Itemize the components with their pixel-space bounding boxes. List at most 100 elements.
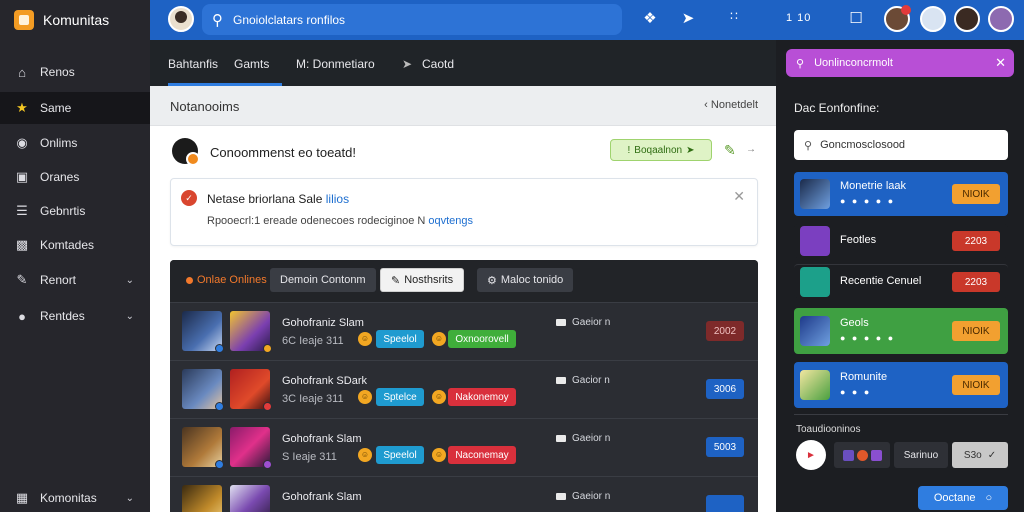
right-search-input[interactable]: ⚲ Uonlinconcrmolt ✕	[786, 49, 1014, 77]
cta-button[interactable]: Ooctane ○	[918, 486, 1008, 510]
sidebar-footer-komonitas[interactable]: ▦ Komonitas ⌄	[0, 482, 150, 512]
count-badge	[706, 495, 744, 512]
bottom-button-label: S3o	[963, 449, 982, 461]
tab-caotd[interactable]: Caotd	[422, 57, 454, 71]
tag-badge[interactable]: Speelol	[376, 446, 424, 464]
game-meta: 3C Ieaje 311	[282, 393, 344, 405]
cta-label: Ooctane	[933, 492, 976, 504]
bottom-button-s3o[interactable]: S3o ✓	[952, 442, 1008, 468]
edit-icon[interactable]: ✎	[724, 142, 736, 159]
join-button[interactable]: NIOIK	[952, 375, 1000, 395]
community-card[interactable]: Geols ● ● ● ● ● NIOIK	[794, 308, 1008, 354]
game-stream-info: Gaeior n	[556, 491, 610, 502]
tab-donmetiaro[interactable]: M: Donmetiaro	[296, 57, 375, 71]
sidebar-footer-label: Komonitas	[40, 491, 97, 505]
post-row: Conoommenst eo toeatd! ! Boqaalnon ➤ ✎ →	[170, 138, 760, 170]
tab-bahtanfis[interactable]: Bahtanfis	[168, 57, 218, 71]
close-icon[interactable]: ✕	[995, 55, 1006, 71]
exclamation-icon: !	[627, 144, 631, 156]
alert-icon: ✓	[181, 190, 197, 206]
post-arrow[interactable]: →	[746, 144, 756, 155]
community-search-field[interactable]: ⚲ Goncmosclosood	[794, 130, 1008, 160]
global-search-input[interactable]: ⚲ Gnoiolclatars ronfilos	[202, 4, 622, 35]
game-name: Gohofrank Slam	[282, 491, 362, 503]
search-icon: ⚲	[796, 57, 805, 70]
status-badge[interactable]: Nakonemoy	[448, 388, 516, 406]
friend-avatar[interactable]	[988, 6, 1014, 32]
community-card[interactable]: Romunite ● ● ● NIOIK	[794, 362, 1008, 408]
alert-body-text: Rpooecrl:1 ereade odenecoes rodeciginoe …	[207, 215, 426, 227]
help-icon[interactable]: ❖	[640, 9, 660, 27]
record-button[interactable]: ►	[796, 440, 826, 470]
tag-badge[interactable]: Speelol	[376, 330, 424, 348]
community-card[interactable]: Feotles 2203	[794, 224, 1008, 258]
sidebar-item-oranes[interactable]: ▣ Oranes	[0, 161, 150, 193]
user-avatar[interactable]	[168, 6, 194, 32]
alert-body-link[interactable]: oqvtengs	[428, 215, 473, 227]
tab-gamts[interactable]: Gamts	[234, 57, 269, 71]
join-button[interactable]: NIOIK	[952, 184, 1000, 204]
bottom-button-sarinuo[interactable]: Sarinuo	[894, 442, 948, 468]
alert-title-link[interactable]: lilios	[326, 192, 349, 206]
community-icon	[800, 179, 830, 209]
tab-maloc-tonido[interactable]: ⚙ Maloc tonido	[477, 268, 574, 292]
emoji-icon: ☺	[432, 332, 446, 346]
game-stream-info: Gaeior n	[556, 433, 610, 444]
table-row[interactable]: Gohofrank Slam S Ieaje 311 ☺ Speelol ☺ N…	[170, 418, 758, 476]
table-row[interactable]: Gohofrank SDark 3C Ieaje 311 ☺ Sptelce ☺…	[170, 360, 758, 418]
tag-badge[interactable]: Sptelce	[376, 388, 424, 406]
sidebar-item-renort[interactable]: ✎ Renort ⌄	[0, 264, 150, 296]
community-icon	[800, 370, 830, 400]
komunitas-logo-icon	[14, 10, 34, 30]
friend-avatar[interactable]	[954, 6, 980, 32]
globe-icon: ◉	[16, 135, 28, 150]
status-badge[interactable]: Naconemay	[448, 446, 516, 464]
lock-icon[interactable]: ☐	[846, 9, 866, 27]
tab-label: Demoin Contonm	[280, 274, 366, 286]
community-card[interactable]: Monetrie laak ● ● ● ● ● NIOIK	[794, 172, 1008, 216]
game-thumbnail	[182, 311, 224, 353]
community-card[interactable]: Recentie Cenuel 2203	[794, 264, 1008, 298]
table-row[interactable]: Gohofrank Slam Gaeior n	[170, 476, 758, 512]
sidebar-item-gebnrtis[interactable]: ☰ Gebnrtis	[0, 195, 150, 227]
card-title: Feotles	[840, 234, 877, 246]
tab-nosthsrits[interactable]: ✎ Nosthsrits	[380, 268, 465, 292]
count-button[interactable]: 2203	[952, 231, 1000, 251]
reaction-group[interactable]	[834, 442, 890, 468]
sidebar-item-label: Komtades	[40, 238, 95, 252]
link-icon: ○	[985, 492, 993, 504]
emoji-icon: ☺	[358, 332, 372, 346]
sidebar-item-rentdes[interactable]: ● Rentdes ⌄	[0, 300, 150, 332]
wrench-icon[interactable]: ➤	[678, 9, 698, 27]
tab-online-live[interactable]: Onlae Onlines	[176, 268, 277, 292]
avatar[interactable]	[172, 138, 200, 166]
close-icon[interactable]: ✕	[733, 188, 745, 205]
sidebar-item-label: Rentdes	[40, 309, 85, 323]
apps-icon[interactable]: ∷	[724, 9, 744, 23]
tv-icon	[556, 319, 566, 326]
table-row[interactable]: Gohofraniz Slam 6C Ieaje 311 ☺ Speelol ☺…	[170, 302, 758, 360]
sidebar-item-onlims[interactable]: ◉ Onlims	[0, 127, 150, 159]
post-pill-button[interactable]: ! Boqaalnon ➤	[610, 139, 712, 161]
tab-label: Maloc tonido	[500, 274, 564, 286]
join-button[interactable]: NIOIK	[952, 321, 1000, 341]
status-badge[interactable]: Oxnoorovell	[448, 330, 516, 348]
game-meta: 6C Ieaje 311	[282, 335, 344, 347]
friend-avatar[interactable]	[920, 6, 946, 32]
back-button[interactable]: ‹ Nonetdelt	[704, 99, 758, 111]
section-subheading: Toaudiooninos	[796, 424, 861, 435]
sidebar-item-same[interactable]: ★ Same	[0, 92, 150, 124]
brand[interactable]: Komunitas	[0, 0, 150, 40]
sidebar-item-renos[interactable]: ⌂ Renos	[0, 56, 150, 88]
search-icon: ⚲	[804, 139, 813, 152]
sidebar-item-label: Oranes	[40, 170, 80, 184]
count-button[interactable]: 2203	[952, 272, 1000, 292]
live-dot-icon	[186, 276, 193, 284]
sidebar-item-komtades[interactable]: ▩ Komtades	[0, 229, 150, 261]
tab-domain-content[interactable]: Demoin Contonm	[270, 268, 376, 292]
stream-label: Gaeior n	[572, 433, 611, 444]
friend-avatar[interactable]	[884, 5, 911, 32]
field-text: Goncmosclosood	[820, 139, 906, 151]
pencil-icon: ✎	[391, 274, 401, 287]
member-dots: ● ● ● ● ●	[840, 196, 896, 206]
